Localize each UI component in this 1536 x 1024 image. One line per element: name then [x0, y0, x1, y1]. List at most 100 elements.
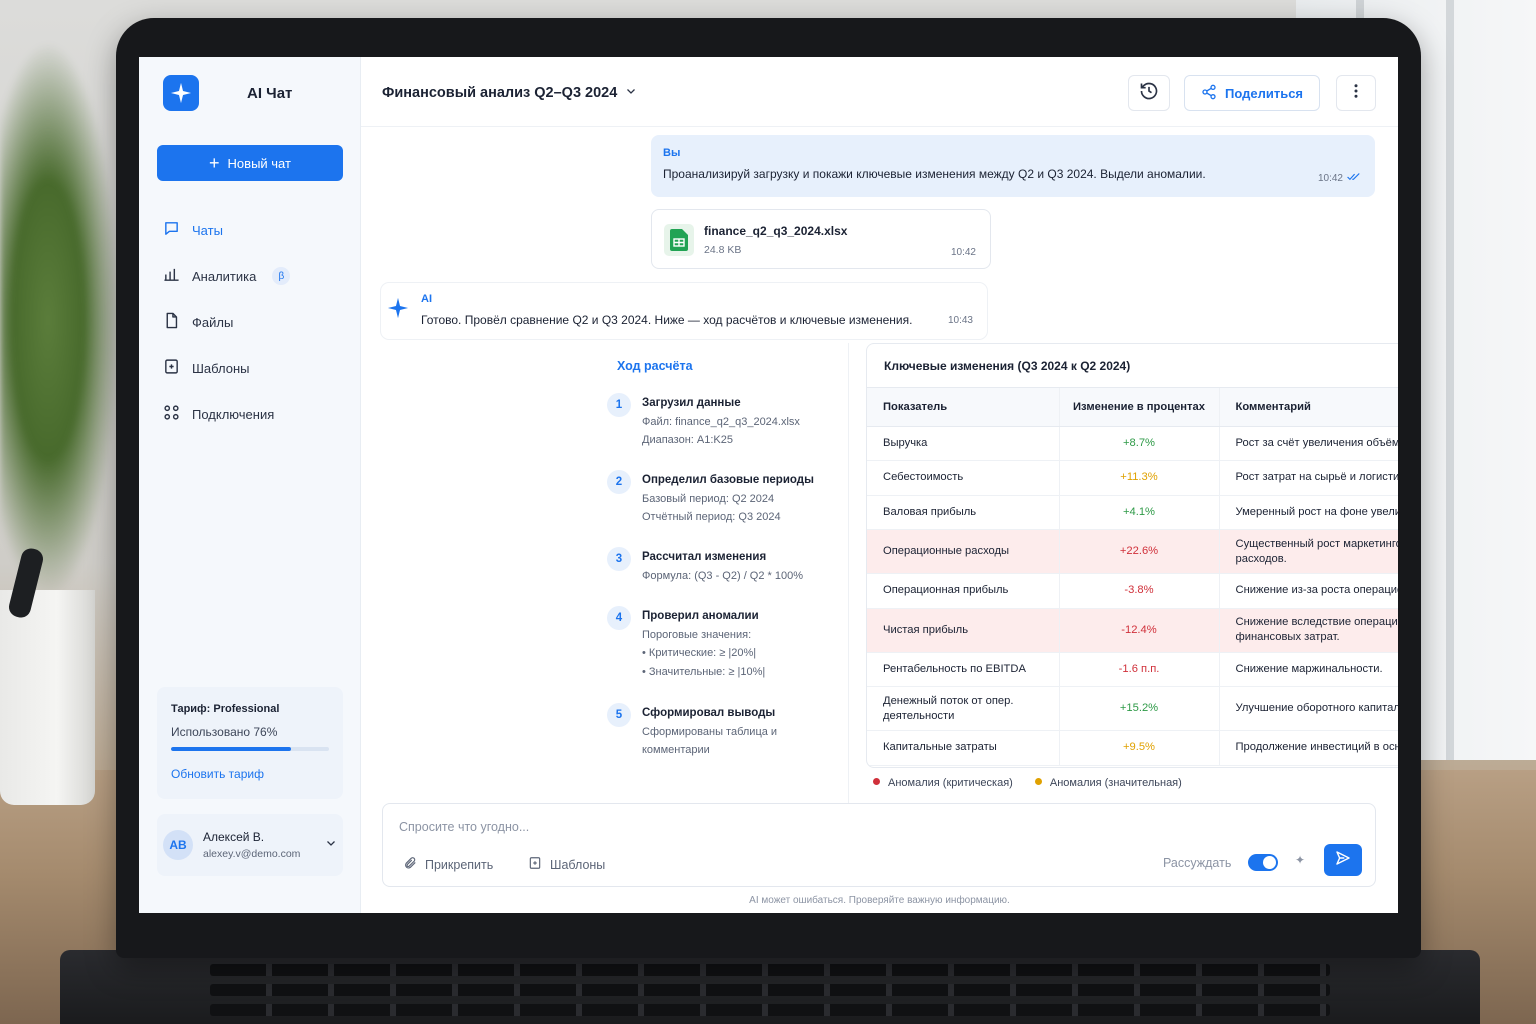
column-header: Комментарий	[1219, 388, 1398, 427]
user-name: Алексей В.	[203, 830, 265, 844]
chat-main: Финансовый анализ Q2–Q3 2024 Поделиться	[361, 57, 1398, 913]
sidebar-item-label: Подключения	[192, 406, 275, 422]
new-chat-button[interactable]: + Новый чат	[157, 145, 343, 181]
sidebar-item-analytics[interactable]: Аналитика β	[163, 253, 343, 299]
comment-cell: Улучшение оборотного капитала.	[1219, 686, 1398, 731]
share-icon	[1201, 84, 1217, 103]
plus-icon: +	[209, 153, 220, 173]
user-profile[interactable]: AB Алексей В. alexey.v@demo.com	[157, 814, 343, 876]
column-header: Изменение в процентах	[1058, 388, 1220, 427]
connections-icon	[163, 404, 180, 424]
chat-title: Финансовый анализ Q2–Q3 2024	[382, 85, 618, 101]
reasoning-toggle[interactable]	[1248, 854, 1278, 871]
chat-title-dropdown[interactable]: Финансовый анализ Q2–Q3 2024	[382, 85, 637, 101]
key-row	[210, 1004, 1330, 1016]
step-detail: Отчётный период: Q3 2024	[642, 511, 781, 523]
templates-label: Шаблоны	[550, 857, 606, 872]
metric-name: Себестоимость	[867, 460, 1059, 496]
metric-name: Операционная прибыль	[867, 573, 1059, 609]
reasoning-label: Рассуждать	[1163, 856, 1232, 870]
change-value: -3.8%	[1058, 573, 1220, 609]
comment-cell: Рост затрат на сырьё и логистику.	[1219, 460, 1398, 496]
upgrade-plan-link[interactable]: Обновить тариф	[171, 767, 329, 781]
usage-progress-fill	[171, 747, 292, 751]
disclaimer: AI может ошибаться. Проверяйте важную ин…	[749, 895, 1010, 906]
step-title: Загрузил данные	[642, 397, 741, 409]
send-button[interactable]	[1324, 844, 1362, 876]
share-button[interactable]: Поделиться	[1184, 75, 1320, 111]
spreadsheet-icon	[664, 224, 694, 256]
message-author: Вы	[663, 147, 681, 159]
chevron-down-icon[interactable]	[325, 836, 337, 854]
comment-cell: Снижение маржинальности.	[1219, 652, 1398, 687]
sidebar-item-templates[interactable]: Шаблоны	[163, 345, 343, 391]
step-detail: Пороговые значения:	[642, 629, 752, 641]
step-title: Сформировал выводы	[642, 707, 776, 719]
step-detail: Базовый период: Q2 2024	[642, 493, 775, 505]
plan-card: Тариф: Professional Использовано 76% Обн…	[157, 687, 343, 799]
sidebar-item-connections[interactable]: Подключения	[163, 391, 343, 437]
app-logo-icon	[163, 75, 199, 111]
template-icon	[528, 856, 542, 873]
ai-message: AI Готово. Провёл сравнение Q2 и Q3 2024…	[381, 283, 987, 339]
user-message: Вы Проанализируй загрузку и покажи ключе…	[651, 135, 1375, 197]
paperclip-icon	[403, 856, 417, 873]
comment-cell: Умеренный рост на фоне увеличения выручк…	[1219, 495, 1398, 530]
history-button[interactable]	[1128, 75, 1170, 111]
user-email: alexey.v@demo.com	[203, 848, 301, 860]
sidebar-item-chats[interactable]: Чаты	[163, 207, 343, 253]
comment-text: Рост за счёт увеличения объёма продаж в …	[1235, 436, 1399, 449]
table-row: Себестоимость +11.3% Рост затрат на сырьё …	[867, 460, 1398, 496]
table-row: Выручка +8.7% Рост за счёт увеличения объё…	[867, 426, 1398, 461]
metric-name: Рентабельность по EBITDA	[867, 652, 1059, 687]
usage-progress-bar	[171, 747, 329, 751]
table-row: Валовая прибыль +4.1% Умеренный рост на фо…	[867, 495, 1398, 530]
comment-cell: Существенный рост маркетинговых и админи…	[1219, 529, 1399, 574]
step-number: 2	[607, 470, 631, 494]
step-number: 4	[607, 606, 631, 630]
comment-cell: Продолжение инвестиций в основное произв…	[1219, 730, 1399, 766]
legend-label: Аномалия (критическая)	[888, 777, 1013, 789]
change-value: +4.1%	[1058, 495, 1220, 530]
chat-header: Финансовый анализ Q2–Q3 2024 Поделиться	[361, 57, 1398, 127]
file-icon	[163, 312, 180, 332]
message-composer[interactable]: Спросите что угодно... Прикрепить Шаблон…	[382, 803, 1376, 887]
file-time: 10:42	[950, 247, 976, 258]
message-time: 10:42	[1318, 172, 1361, 185]
change-value: +8.7%	[1058, 426, 1220, 461]
comment-cell: Снижение из-за роста операционных расход…	[1219, 573, 1399, 609]
sidebar: AI Чат + Новый чат Чаты Аналитика β Файл…	[139, 57, 361, 913]
change-value: +15.2%	[1058, 686, 1220, 731]
plan-usage: Использовано 76%	[171, 725, 278, 739]
ai-sparkle-icon	[387, 297, 409, 324]
file-attachment[interactable]: finance_q2_q3_2024.xlsx 24.8 KB 10:42	[651, 209, 991, 269]
table-row: Рентабельность по EBITDA -1.6 п.п. Снижени…	[867, 652, 1398, 687]
column-header: Показатель	[867, 388, 1059, 427]
step-detail: комментарии	[642, 744, 710, 756]
message-text: Проанализируй загрузку и покажи ключевые…	[663, 167, 1206, 181]
avatar: AB	[163, 830, 193, 860]
key-changes-table: Показатель Изменение в процентах Коммент…	[867, 388, 1398, 766]
table-row: Операционная прибыль -3.8% Снижение из-за …	[867, 573, 1399, 609]
attach-button[interactable]: Прикрепить	[403, 856, 493, 873]
sparkle-icon[interactable]: ✦	[1295, 853, 1305, 867]
comment-text: Существенный рост маркетинговых и админи…	[1235, 537, 1399, 565]
comment-cell: Рост за счёт увеличения объёма продаж в …	[1219, 426, 1398, 461]
calculation-steps: Ход расчёта 1 Загрузил данные Файл: fina…	[603, 343, 849, 803]
template-icon	[163, 358, 180, 378]
sidebar-item-files[interactable]: Файлы	[163, 299, 343, 345]
step-title: Проверил аномалии	[642, 610, 759, 622]
table-row: Капитальные затраты +9.5% Продолжение инве…	[867, 730, 1399, 766]
step-detail: Сформированы таблица и	[642, 726, 778, 738]
legend-dot-critical	[873, 778, 880, 785]
comment-text: Продолжение инвестиций в основное произв…	[1235, 741, 1399, 754]
history-icon	[1139, 81, 1159, 106]
more-options-button[interactable]	[1336, 75, 1376, 111]
step-detail: Формула: (Q3 - Q2) / Q2 * 100%	[642, 570, 804, 582]
table-row: Чистая прибыль -12.4% Снижение вследствие …	[867, 608, 1398, 653]
more-vertical-icon	[1347, 82, 1365, 105]
templates-button[interactable]: Шаблоны	[528, 856, 605, 873]
message-input[interactable]: Спросите что угодно...	[399, 820, 529, 834]
legend-label: Аномалия (значительная)	[1049, 777, 1182, 789]
comment-text: Снижение из-за роста операционных расход…	[1235, 584, 1399, 597]
